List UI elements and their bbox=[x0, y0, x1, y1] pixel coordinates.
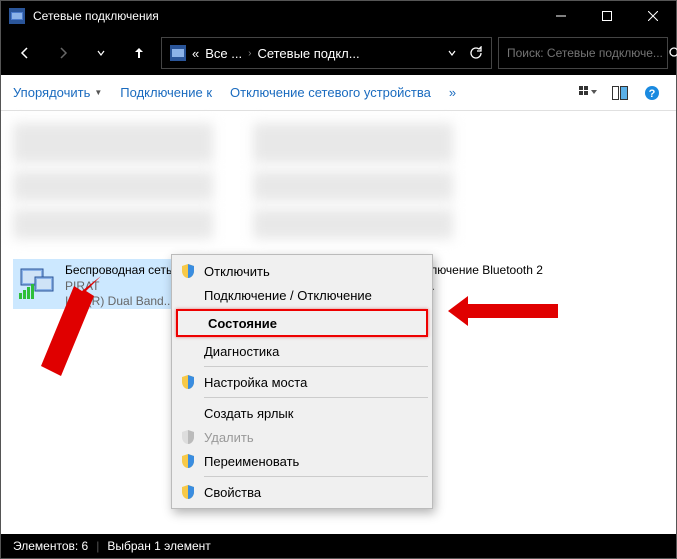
statusbar: Элементов: 6 | Выбран 1 элемент bbox=[1, 534, 676, 558]
ctx-properties[interactable]: Свойства bbox=[174, 480, 430, 504]
ctx-shortcut[interactable]: Создать ярлык bbox=[174, 401, 430, 425]
toolbar-more-button[interactable]: » bbox=[449, 85, 456, 100]
shield-icon bbox=[180, 263, 196, 279]
annotation-arrow-left bbox=[26, 266, 116, 396]
toolbar: Упорядочить▼ Подключение к Отключение се… bbox=[1, 75, 676, 111]
location-icon bbox=[170, 45, 186, 61]
ctx-delete: Удалить bbox=[174, 425, 430, 449]
ctx-rename[interactable]: Переименовать bbox=[174, 449, 430, 473]
status-selected: Выбран 1 элемент bbox=[107, 539, 210, 553]
back-button[interactable] bbox=[9, 37, 41, 69]
addr-prefix: « bbox=[192, 46, 199, 61]
up-button[interactable] bbox=[123, 37, 155, 69]
separator bbox=[204, 476, 428, 477]
shield-icon bbox=[180, 374, 196, 390]
redacted-item bbox=[13, 171, 213, 201]
window: Сетевые подключения bbox=[0, 0, 677, 559]
minimize-button[interactable] bbox=[538, 1, 584, 31]
disconnect-device-button[interactable]: Отключение сетевого устройства bbox=[230, 85, 431, 100]
shield-icon bbox=[180, 429, 196, 445]
app-icon bbox=[9, 8, 25, 24]
window-title: Сетевые подключения bbox=[33, 9, 538, 23]
breadcrumb-seg1[interactable]: Все ... bbox=[205, 46, 242, 61]
refresh-icon[interactable] bbox=[469, 46, 483, 60]
separator bbox=[204, 397, 428, 398]
forward-button[interactable] bbox=[47, 37, 79, 69]
navbar: « Все ... › Сетевые подкл... bbox=[1, 31, 676, 75]
redacted-item bbox=[13, 123, 213, 163]
svg-text:?: ? bbox=[649, 88, 656, 100]
view-button[interactable] bbox=[576, 81, 600, 105]
chevron-icon[interactable]: › bbox=[248, 48, 251, 59]
maximize-button[interactable] bbox=[584, 1, 630, 31]
context-menu: Отключить Подключение / Отключение Состо… bbox=[171, 254, 433, 509]
preview-pane-button[interactable] bbox=[608, 81, 632, 105]
ctx-disable[interactable]: Отключить bbox=[174, 259, 430, 283]
separator: | bbox=[96, 539, 99, 553]
annotation-arrow-right bbox=[443, 291, 563, 331]
chevron-down-icon[interactable] bbox=[447, 48, 457, 58]
ctx-diagnostics[interactable]: Диагностика bbox=[174, 339, 430, 363]
ctx-connect-disconnect[interactable]: Подключение / Отключение bbox=[174, 283, 430, 307]
window-controls bbox=[538, 1, 676, 31]
redacted-item bbox=[253, 171, 453, 201]
separator bbox=[204, 366, 428, 367]
search-icon[interactable] bbox=[668, 46, 677, 60]
searchbar[interactable] bbox=[498, 37, 668, 69]
shield-icon bbox=[180, 453, 196, 469]
redacted-item bbox=[253, 209, 453, 239]
status-count: Элементов: 6 bbox=[13, 539, 88, 553]
organize-button[interactable]: Упорядочить▼ bbox=[13, 85, 102, 100]
help-button[interactable]: ? bbox=[640, 81, 664, 105]
search-input[interactable] bbox=[507, 46, 662, 60]
close-button[interactable] bbox=[630, 1, 676, 31]
redacted-item bbox=[253, 123, 453, 163]
recent-button[interactable] bbox=[85, 37, 117, 69]
titlebar: Сетевые подключения bbox=[1, 1, 676, 31]
redacted-item bbox=[13, 209, 213, 239]
connect-to-button[interactable]: Подключение к bbox=[120, 85, 212, 100]
ctx-bridge[interactable]: Настройка моста bbox=[174, 370, 430, 394]
ctx-status[interactable]: Состояние bbox=[176, 309, 428, 337]
shield-icon bbox=[180, 484, 196, 500]
addressbar[interactable]: « Все ... › Сетевые подкл... bbox=[161, 37, 492, 69]
breadcrumb-seg2[interactable]: Сетевые подкл... bbox=[257, 46, 359, 61]
